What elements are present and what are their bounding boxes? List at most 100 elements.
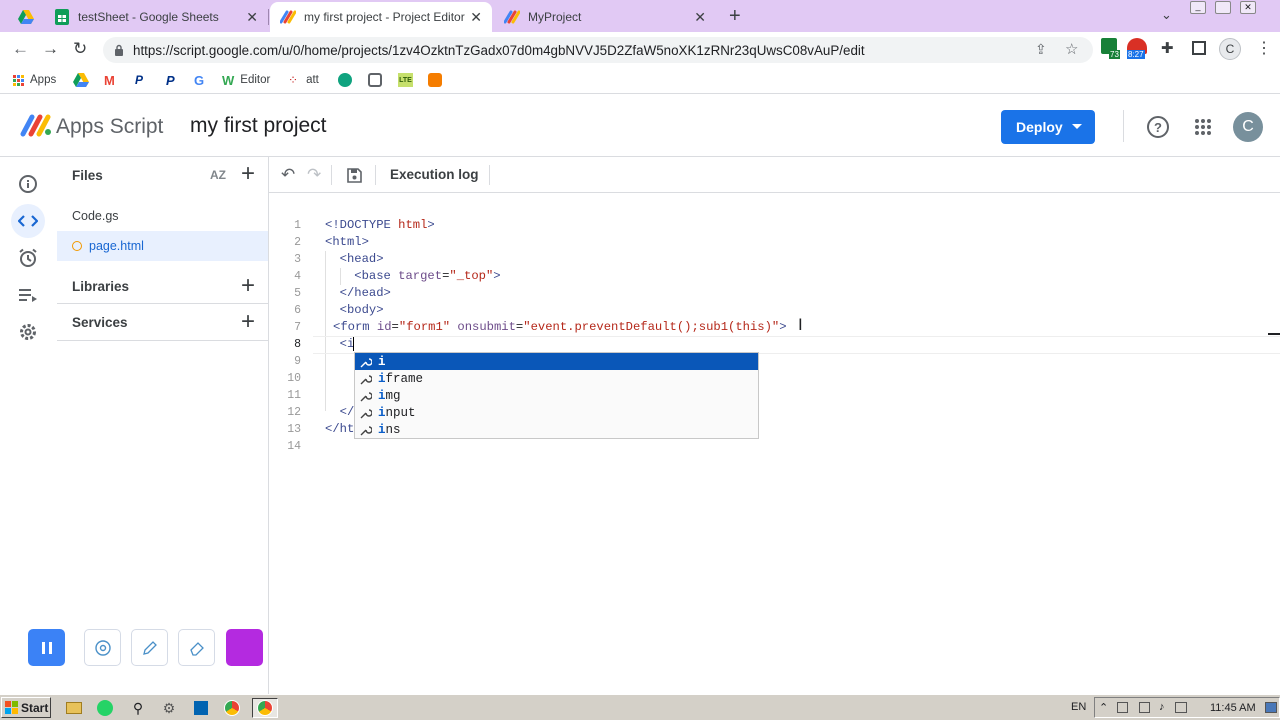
lte-bookmark-icon[interactable]: LTE	[398, 72, 413, 88]
wrench-icon	[359, 389, 373, 403]
back-icon[interactable]: ←	[12, 40, 29, 58]
window-close-icon[interactable]: ✕	[1240, 1, 1256, 14]
tab-title: MyProject	[528, 10, 582, 24]
executions-list-icon[interactable]	[11, 278, 45, 312]
close-icon[interactable]: ✕	[246, 9, 258, 26]
timer-extension-icon[interactable]: 8:27	[1127, 38, 1153, 60]
left-nav-rail	[0, 157, 57, 694]
save-icon[interactable]	[347, 168, 362, 188]
store-app-icon[interactable]	[190, 698, 212, 718]
google-drive-icon	[18, 9, 34, 25]
line-number: 7	[294, 321, 301, 334]
product-name: Apps Script	[56, 115, 164, 138]
editor-code-icon[interactable]	[11, 204, 45, 238]
suggestion-item[interactable]: i ns	[355, 421, 758, 438]
file-item-code-gs[interactable]: Code.gs	[57, 201, 268, 231]
language-indicator[interactable]: EN	[1071, 701, 1086, 713]
minimize-icon[interactable]: _	[1190, 1, 1206, 14]
spotlight-icon[interactable]	[84, 629, 121, 666]
project-title[interactable]: my first project	[190, 114, 327, 138]
blogger-icon[interactable]	[428, 72, 442, 88]
bookmark-apps[interactable]: Apps	[13, 72, 56, 88]
color-swatch[interactable]	[226, 629, 263, 666]
help-icon[interactable]: ?	[1147, 116, 1169, 138]
apps-script-logo-icon[interactable]	[20, 112, 52, 138]
close-icon[interactable]: ✕	[694, 9, 706, 26]
file-item-page-html[interactable]: page.html	[57, 231, 268, 261]
settings-gear-icon[interactable]	[11, 315, 45, 349]
file-explorer-icon[interactable]	[63, 698, 85, 718]
side-panel-icon[interactable]	[1192, 41, 1206, 55]
eraser-icon[interactable]	[178, 629, 215, 666]
url-text: https://script.google.com/u/0/home/proje…	[133, 42, 865, 58]
drive-icon[interactable]	[73, 72, 89, 88]
close-icon[interactable]: ✕	[470, 9, 482, 26]
chrome-icon[interactable]	[221, 698, 243, 718]
share-icon[interactable]: ⇪	[1035, 41, 1047, 58]
clock[interactable]: 11:45 AM	[1210, 702, 1256, 714]
wrench-icon	[359, 355, 373, 369]
url-bar[interactable]: https://script.google.com/u/0/home/proje…	[103, 37, 1093, 63]
tab-my-project[interactable]: MyProject ✕	[494, 2, 716, 32]
divider	[57, 340, 268, 341]
new-tab-button[interactable]: +	[729, 5, 741, 28]
tab-project-editor[interactable]: my first project - Project Editor - Ap ✕	[270, 2, 492, 32]
forward-icon[interactable]: →	[42, 40, 59, 58]
line-number: 2	[294, 236, 301, 249]
paypal-icon[interactable]: P	[135, 72, 143, 88]
extension-bookmark-icon[interactable]	[368, 72, 382, 88]
undo-icon[interactable]: ↶	[281, 165, 295, 185]
restore-icon[interactable]	[1215, 1, 1231, 14]
add-library-icon[interactable]: +	[241, 274, 255, 298]
sort-az-icon[interactable]: AZ	[210, 168, 226, 182]
overview-info-icon[interactable]	[11, 167, 45, 201]
chatgpt-icon[interactable]	[338, 72, 352, 88]
suggestion-item[interactable]: i	[355, 353, 758, 370]
tray-app-icon[interactable]	[1117, 702, 1128, 713]
tray-arrow-icon[interactable]: ⌃	[1099, 701, 1108, 714]
line-number: 4	[294, 270, 301, 283]
execution-log-button[interactable]: Execution log	[390, 167, 479, 182]
browser-menu-icon[interactable]: ⋮	[1256, 38, 1272, 58]
code-line: <base target="_top">	[354, 269, 501, 283]
tab-test-sheet[interactable]: testSheet - Google Sheets ✕	[44, 2, 268, 32]
notification-icon[interactable]	[1265, 702, 1277, 713]
add-file-icon[interactable]: +	[241, 162, 255, 186]
bookmark-att[interactable]: ⁘ att	[288, 72, 319, 88]
search-app-icon[interactable]: ⚲	[127, 698, 149, 718]
deploy-button[interactable]: Deploy	[1001, 110, 1095, 144]
redo-icon[interactable]: ↷	[307, 165, 321, 185]
code-editor[interactable]: 1 2 3 4 5 6 7 8 9 10 11 12 13 14 <!DOCTY…	[269, 193, 1280, 694]
network-icon[interactable]	[1175, 702, 1187, 713]
whatsapp-icon[interactable]	[94, 698, 116, 718]
files-header: Files	[72, 168, 103, 183]
profile-avatar[interactable]: C	[1219, 38, 1241, 60]
suggestion-item[interactable]: i nput	[355, 404, 758, 421]
volume-icon[interactable]: ♪	[1159, 701, 1165, 713]
reload-icon[interactable]: ↻	[73, 40, 87, 58]
google-apps-icon[interactable]	[1195, 119, 1211, 135]
paypal-icon[interactable]: P	[166, 72, 175, 88]
start-button[interactable]: Start	[1, 697, 51, 718]
user-avatar[interactable]: C	[1233, 112, 1263, 142]
tab-search-icon[interactable]: ⌄	[1161, 7, 1172, 23]
triggers-alarm-icon[interactable]	[11, 241, 45, 275]
pen-icon[interactable]	[131, 629, 168, 666]
sheets-extension-icon[interactable]: 73	[1101, 38, 1121, 60]
bookmark-star-icon[interactable]: ☆	[1065, 40, 1078, 58]
line-number: 10	[287, 372, 301, 385]
extensions-puzzle-icon[interactable]: ✚	[1161, 39, 1174, 57]
window-controls: _ ✕	[1190, 1, 1270, 15]
wrench-icon	[359, 423, 373, 437]
divider	[57, 303, 268, 304]
suggestion-item[interactable]: i mg	[355, 387, 758, 404]
add-service-icon[interactable]: +	[241, 310, 255, 334]
pause-icon[interactable]	[28, 629, 65, 666]
settings-app-icon[interactable]: ⚙	[158, 698, 180, 718]
suggestion-item[interactable]: i frame	[355, 370, 758, 387]
google-icon[interactable]: G	[194, 72, 204, 88]
tray-app-icon[interactable]	[1139, 702, 1150, 713]
gmail-icon[interactable]: M	[104, 72, 115, 88]
chrome-active-icon[interactable]	[252, 698, 278, 718]
bookmark-wix-editor[interactable]: W Editor	[222, 72, 270, 88]
